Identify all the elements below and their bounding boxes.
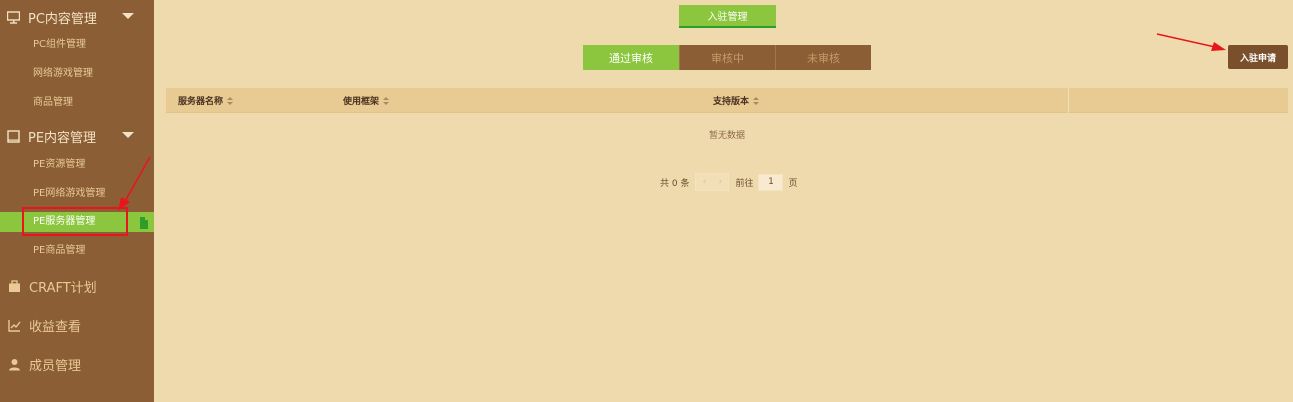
tab-unreviewed[interactable]: 未审核 (775, 45, 871, 70)
chevron-right-icon[interactable]: › (719, 177, 723, 187)
tab-approved[interactable]: 通过审核 (583, 45, 679, 70)
sidebar-item-online-games[interactable]: 网络游戏管理 (0, 64, 154, 84)
join-management-button[interactable]: 入驻管理 (679, 5, 776, 28)
sidebar-group-label: PE内容管理 (28, 130, 97, 146)
sidebar-link-label: 收益查看 (29, 319, 82, 335)
monitor-icon (7, 10, 20, 24)
sort-icon[interactable] (227, 96, 234, 105)
sidebar-group-pc-content[interactable]: PC内容管理 (0, 2, 154, 32)
chevron-down-icon (122, 132, 134, 138)
annotation-arrow-icon (118, 156, 151, 211)
empty-state-text: 暂无数据 (708, 131, 745, 141)
pagination: 共 0 条 ‹ › 前往 1 页 (660, 173, 797, 191)
sidebar-group-pe-content[interactable]: PE内容管理 (0, 121, 154, 151)
page-suffix: 页 (788, 178, 798, 189)
sidebar-item-pe-servers[interactable]: PE服务器管理 (0, 212, 154, 232)
sidebar-item-pc-components[interactable]: PC组件管理 (0, 35, 154, 55)
table-header: 服务器名称 使用框架 支持版本 (166, 88, 1288, 113)
column-header-server-name[interactable]: 服务器名称 (178, 88, 234, 113)
column-header-version[interactable]: 支持版本 (713, 88, 760, 113)
chart-line-icon (8, 319, 21, 332)
column-header-label: 使用框架 (343, 97, 380, 107)
chevron-down-icon (122, 13, 134, 19)
annotation-arrow-icon (1156, 33, 1226, 51)
sidebar-link-label: CRAFT计划 (29, 280, 97, 296)
sidebar-link-label: 成员管理 (29, 358, 82, 374)
sidebar-item-pe-products[interactable]: PE商品管理 (0, 241, 154, 261)
tablet-icon (7, 129, 20, 143)
goto-label: 前往 (735, 178, 754, 189)
page-input[interactable]: 1 (758, 173, 784, 191)
sidebar-link-members[interactable]: 成员管理 (0, 350, 154, 378)
sidebar-link-craft[interactable]: CRAFT计划 (0, 272, 154, 300)
apply-join-button[interactable]: 入驻申请 (1228, 45, 1288, 69)
sort-icon[interactable] (753, 96, 760, 105)
sidebar-group-label: PC内容管理 (28, 11, 97, 27)
column-header-label: 服务器名称 (178, 97, 224, 107)
sidebar-link-earnings[interactable]: 收益查看 (0, 311, 154, 339)
tab-reviewing[interactable]: 审核中 (679, 45, 775, 70)
user-icon (8, 358, 21, 371)
chevron-left-icon[interactable]: ‹ (703, 177, 707, 187)
column-header-label: 支持版本 (713, 97, 750, 107)
briefcase-icon (8, 279, 21, 293)
total-count: 共 0 条 (660, 178, 690, 189)
sidebar-item-products[interactable]: 商品管理 (0, 93, 154, 113)
column-header-framework[interactable]: 使用框架 (343, 88, 390, 113)
sort-icon[interactable] (383, 96, 390, 105)
column-divider (1068, 88, 1069, 113)
page-nav: ‹ › (695, 173, 730, 191)
